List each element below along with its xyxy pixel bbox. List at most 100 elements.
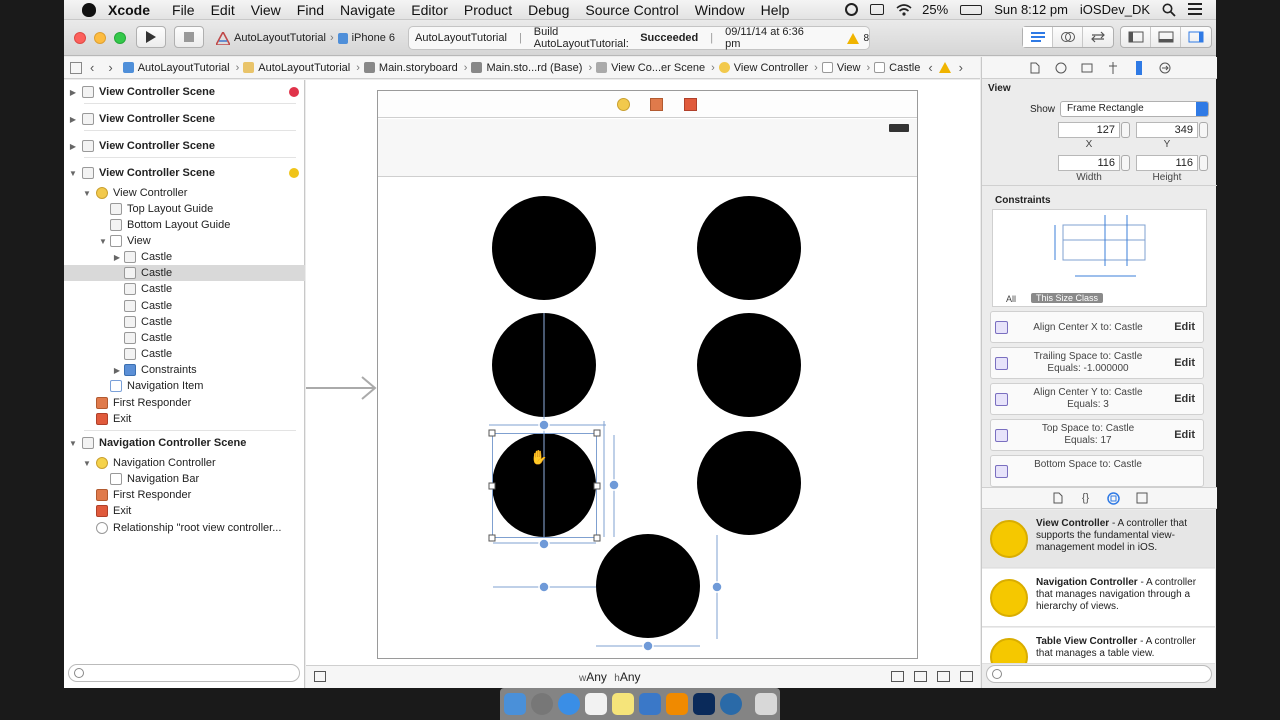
scheme-selector[interactable]: AutoLayoutTutorial › iPhone 6 [216, 27, 395, 49]
connections-inspector-icon[interactable] [1158, 61, 1172, 75]
spotlight-icon[interactable] [1162, 3, 1176, 17]
version-editor-icon[interactable] [1083, 27, 1113, 47]
x-stepper[interactable] [1121, 122, 1130, 138]
menu-navigate[interactable]: Navigate [340, 2, 395, 18]
menu-find[interactable]: Find [297, 2, 324, 18]
edit-button[interactable]: Edit [1174, 429, 1195, 441]
constraint-trailing-space[interactable]: Trailing Space to: Castle Equals: -1.000… [990, 347, 1204, 379]
library-item-view-controller[interactable]: View Controller - A controller that supp… [982, 510, 1215, 568]
constraint-top-space[interactable]: Top Space to: Castle Equals: 17 Edit [990, 419, 1204, 451]
outline-view-controller[interactable]: ▼ View Controller [64, 185, 305, 201]
notes-icon[interactable] [611, 693, 634, 715]
outline-filter-field[interactable] [68, 664, 300, 682]
standard-editor-icon[interactable] [1023, 27, 1053, 47]
outline-scene-2[interactable]: ▶ View Controller Scene [64, 111, 305, 127]
outline-castle-1[interactable]: ▶ Castle [64, 249, 305, 265]
constraint-bottom-space[interactable]: Bottom Space to: Castle [990, 455, 1204, 487]
error-badge-icon[interactable] [289, 87, 299, 97]
library-item-navigation-controller[interactable]: Navigation Controller - A controller tha… [982, 569, 1215, 627]
outline-view[interactable]: ▼ View [64, 233, 305, 249]
menu-editor[interactable]: Editor [411, 2, 448, 18]
outline-toggle-icon[interactable] [314, 671, 326, 682]
filter-all-tab[interactable]: All [1006, 294, 1016, 304]
menu-app-name[interactable]: Xcode [108, 2, 150, 18]
scheme-target[interactable]: AutoLayoutTutorial [234, 32, 326, 44]
edit-button[interactable]: Edit [1174, 357, 1195, 369]
debug-toggle-icon[interactable] [1151, 27, 1181, 47]
warning-icon[interactable] [847, 32, 860, 44]
pin-icon[interactable] [937, 671, 950, 682]
width-field[interactable]: 116 [1058, 155, 1120, 171]
breadcrumb-scene[interactable]: View Co...er Scene [596, 62, 705, 74]
constraint-align-center-y[interactable]: Align Center Y to: Castle Equals: 3 Edit [990, 383, 1204, 415]
edit-button[interactable]: Edit [1174, 321, 1195, 333]
menu-help[interactable]: Help [761, 2, 790, 18]
outline-top-layout-guide[interactable]: Top Layout Guide [64, 201, 305, 217]
y-field[interactable]: 349 [1136, 122, 1198, 138]
outline-castle-6[interactable]: Castle [64, 330, 305, 346]
outline-castle-4[interactable]: Castle [64, 298, 305, 314]
navigator-toggle-icon[interactable] [1121, 27, 1151, 47]
stack-icon[interactable] [891, 671, 904, 682]
vlc-icon[interactable] [665, 693, 688, 715]
outline-relationship[interactable]: Relationship "root view controller... [64, 520, 305, 536]
related-items-icon[interactable] [70, 61, 82, 74]
warning-count[interactable]: 8 [863, 33, 869, 44]
filter-size-class-tab[interactable]: This Size Class [1031, 293, 1104, 303]
photoshop-icon[interactable] [692, 693, 715, 715]
view-controller-scene[interactable]: ✋ [377, 90, 918, 659]
disclosure-down-icon[interactable]: ▼ [68, 439, 78, 448]
x-field[interactable]: 127 [1058, 122, 1120, 138]
align-icon[interactable] [914, 671, 927, 682]
battery-icon[interactable] [960, 4, 983, 15]
object-library-icon[interactable] [1107, 491, 1121, 505]
outline-scene-3[interactable]: ▶ View Controller Scene [64, 138, 305, 154]
minimize-window-button[interactable] [94, 32, 106, 44]
outline-first-responder-2[interactable]: First Responder [64, 487, 305, 503]
disclosure-right-icon[interactable]: ▶ [68, 142, 78, 151]
quick-help-icon[interactable] [1054, 61, 1068, 75]
outline-castle-3[interactable]: Castle [64, 281, 305, 297]
outline-castle-5[interactable]: Castle [64, 314, 305, 330]
menu-file[interactable]: File [172, 2, 195, 18]
library-filter-field[interactable] [986, 665, 1212, 683]
menu-edit[interactable]: Edit [211, 2, 235, 18]
zoom-window-button[interactable] [114, 32, 126, 44]
disclosure-right-icon[interactable]: ▶ [112, 253, 122, 262]
utilities-toggle-icon[interactable] [1181, 27, 1211, 47]
breadcrumb-castle[interactable]: Castle [874, 62, 920, 74]
outline-exit-2[interactable]: Exit [64, 503, 305, 519]
issue-warning-icon[interactable] [938, 62, 951, 73]
outline-constraints[interactable]: ▶ Constraints [64, 362, 305, 378]
attributes-inspector-icon[interactable] [1106, 61, 1120, 75]
constraint-align-center-x[interactable]: Align Center X to: Castle Edit [990, 311, 1204, 343]
menu-debug[interactable]: Debug [528, 2, 569, 18]
assistant-editor-icon[interactable] [1053, 27, 1083, 47]
library-item-table-view-controller[interactable]: Table View Controller - A controller tha… [982, 628, 1215, 664]
outline-nav-controller[interactable]: ▼ Navigation Controller [64, 455, 305, 471]
file-inspector-icon[interactable] [1028, 61, 1042, 75]
calendar-icon[interactable] [584, 693, 607, 715]
wifi-icon[interactable] [896, 3, 912, 17]
breadcrumb-view-controller[interactable]: View Controller [718, 62, 808, 74]
forward-icon[interactable]: › [108, 60, 112, 75]
back-icon[interactable]: ‹ [90, 60, 94, 75]
height-field[interactable]: 116 [1136, 155, 1198, 171]
outline-castle-7[interactable]: Castle [64, 346, 305, 362]
menu-source-control[interactable]: Source Control [585, 2, 678, 18]
identity-inspector-icon[interactable] [1080, 61, 1094, 75]
trash-icon[interactable] [754, 693, 777, 715]
disclosure-right-icon[interactable]: ▶ [112, 366, 122, 375]
record-icon[interactable] [845, 3, 859, 16]
breadcrumb-project[interactable]: AutoLayoutTutorial [122, 62, 230, 74]
disclosure-down-icon[interactable]: ▼ [82, 459, 92, 468]
menu-window[interactable]: Window [695, 2, 745, 18]
resolve-icon[interactable] [960, 671, 973, 682]
stop-button[interactable] [174, 26, 204, 48]
disclosure-right-icon[interactable]: ▶ [68, 88, 78, 97]
quicktime-icon[interactable] [719, 693, 742, 715]
xcode-icon[interactable] [638, 693, 661, 715]
outline-navigation-item[interactable]: Navigation Item [64, 378, 305, 394]
disclosure-down-icon[interactable]: ▼ [98, 237, 108, 246]
media-library-icon[interactable] [1135, 491, 1149, 505]
